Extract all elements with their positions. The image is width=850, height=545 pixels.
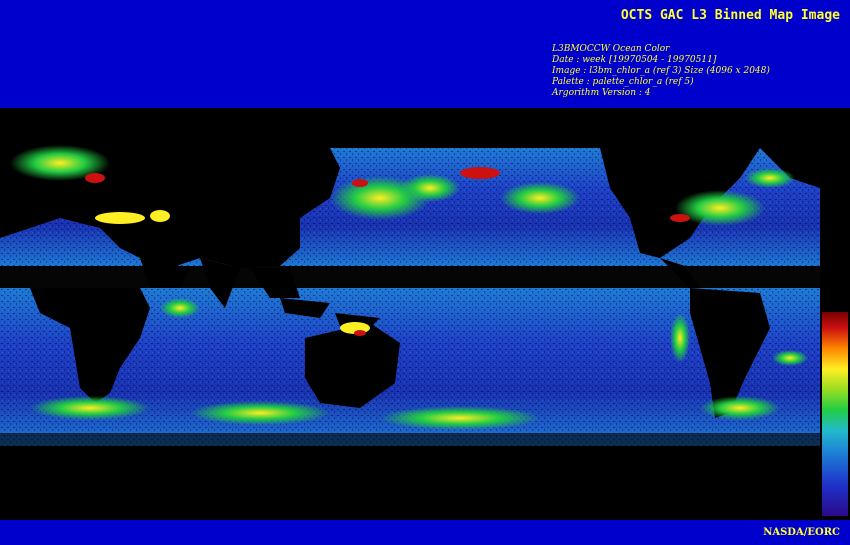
map-image-frame: OCTS GAC L3 Binned Map Image L3BMOCCW Oc… [0, 0, 850, 545]
map-svg [0, 108, 850, 520]
metadata-algorithm: Argorithm Version : 4 [552, 88, 651, 98]
metadata-block: L3BMOCCW Ocean Color Date : week [199705… [552, 44, 770, 99]
south-no-data [0, 446, 850, 520]
credit-text: NASDA/EORC [763, 527, 840, 538]
metadata-image: Image : l3bm_chlor_a (ref 3) Size (4096 … [552, 66, 770, 76]
metadata-product: L3BMOCCW Ocean Color [552, 44, 670, 54]
color-palette-bar [822, 312, 848, 516]
north-no-data [0, 108, 850, 146]
chlorophyll-map [0, 108, 850, 520]
image-title: OCTS GAC L3 Binned Map Image [620, 8, 840, 23]
header-banner: OCTS GAC L3 Binned Map Image L3BMOCCW Oc… [0, 0, 850, 108]
metadata-palette: Palette : palette_chlor_a (ref 5) [552, 77, 694, 87]
footer-banner: NASDA/EORC [0, 520, 850, 545]
metadata-date: Date : week [19970504 - 19970511] [552, 55, 717, 65]
